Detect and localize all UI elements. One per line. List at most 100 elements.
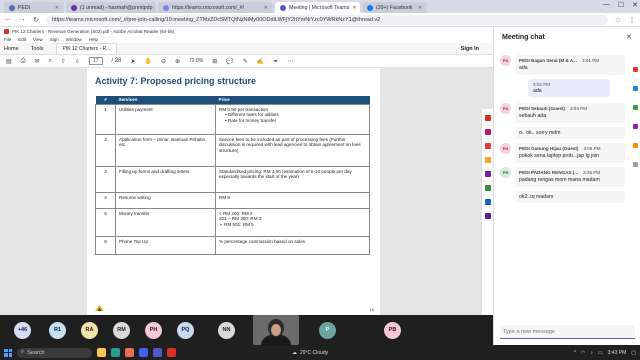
comment-tool-icon[interactable] [484, 157, 491, 163]
browser-tab-active[interactable]: Meeting | Microsoft Teams ✕ [275, 2, 360, 13]
wifi-icon[interactable]: ◠ [581, 350, 585, 356]
notifications-icon[interactable]: ▢ [631, 350, 636, 356]
overflow-participants-avatar[interactable]: +46 [14, 321, 31, 339]
battery-icon[interactable]: ▭ [598, 350, 603, 356]
tab-favicon-icon [71, 4, 77, 11]
participant-avatar[interactable]: NN [218, 321, 235, 339]
hand-tool-icon[interactable]: ✋ [145, 58, 152, 65]
zoom-out-icon[interactable]: ⊖ [161, 58, 166, 65]
browser-tab[interactable]: (1 unread) - hasmah@pnmtpdp ✕ [66, 2, 156, 13]
menu-edit[interactable]: Edit [18, 37, 26, 42]
sign-icon[interactable]: ✒ [273, 58, 278, 65]
store-icon[interactable] [139, 348, 148, 357]
protect-icon[interactable] [484, 199, 491, 205]
file-explorer-icon[interactable] [97, 348, 106, 357]
participant-video-tile[interactable] [253, 315, 299, 345]
menu-file[interactable]: File [4, 37, 11, 42]
volume-icon[interactable]: ♪ [590, 350, 593, 356]
chrome-icon[interactable] [125, 348, 134, 357]
column-header: Price [215, 96, 370, 104]
participant-avatar[interactable]: PB [384, 321, 401, 339]
menu-help[interactable]: Help [89, 37, 98, 42]
star-icon[interactable]: ☆ [614, 16, 622, 24]
next-page-icon[interactable]: ⇩ [75, 58, 80, 65]
close-tab-icon[interactable]: ✕ [418, 5, 422, 11]
back-icon[interactable]: ← [4, 16, 12, 23]
close-tab-icon[interactable]: ✕ [264, 5, 268, 11]
zoom-level[interactable]: 72.8% [189, 58, 203, 64]
participant-avatar[interactable]: PQ [177, 321, 194, 339]
draw-icon[interactable]: ✍ [257, 58, 264, 65]
participant-avatar[interactable]: R1 [49, 321, 66, 339]
app-icon[interactable] [633, 67, 638, 72]
fill-sign-icon[interactable] [484, 213, 491, 219]
app-icon[interactable] [633, 86, 638, 91]
close-window-icon[interactable]: ✕ [632, 1, 638, 9]
app-icon[interactable] [633, 124, 638, 129]
select-tool-icon[interactable]: ➤ [131, 58, 136, 65]
browser-tab[interactable]: https://teams.microsoft.com/_#/ ✕ [158, 2, 273, 13]
acrobat-icon[interactable] [167, 348, 176, 357]
menu-sign[interactable]: Sign [50, 37, 59, 42]
close-tab-icon[interactable]: ✕ [55, 5, 59, 11]
prev-page-icon[interactable]: ⇧ [61, 58, 66, 65]
export-pdf-icon[interactable] [484, 115, 491, 121]
window-controls: — ☐ ✕ [603, 1, 638, 9]
maximize-icon[interactable]: ☐ [618, 1, 624, 9]
document-viewport[interactable]: Activity 7: Proposed pricing structure #… [0, 68, 493, 315]
message-compose-input[interactable]: Type a new message [500, 325, 635, 339]
edit-pdf-icon[interactable] [484, 129, 491, 135]
page-heading: Activity 7: Proposed pricing structure [95, 76, 257, 86]
add-icon[interactable] [633, 162, 638, 167]
minimize-icon[interactable]: — [603, 1, 610, 9]
weather-widget[interactable]: ☁ 29°C Cloudy [292, 345, 328, 360]
participant-avatar[interactable]: RM [113, 321, 130, 339]
zoom-in-icon[interactable]: ⊕ [175, 58, 180, 65]
forward-icon[interactable]: → [18, 16, 26, 23]
create-pdf-icon[interactable] [484, 143, 491, 149]
windows-start-icon[interactable] [4, 348, 12, 357]
message-bubble: PEDI Gunung Hijau (Guest) 3:06 PM pokok s… [515, 143, 625, 164]
combine-icon[interactable] [484, 171, 491, 177]
menu-icon[interactable]: ⋮ [628, 16, 636, 24]
url-field[interactable]: https://teams.microsoft.com/_#/pre-join-… [46, 14, 608, 25]
highlight-icon[interactable]: ✎ [243, 58, 248, 65]
pdf-page: Activity 7: Proposed pricing structure #… [87, 68, 380, 315]
edge-icon[interactable] [111, 348, 120, 357]
service-cell: Money transfer [115, 207, 216, 237]
print-icon[interactable]: ⎙ [21, 58, 26, 65]
browser-tab[interactable]: PEDI ✕ [4, 2, 64, 13]
taskbar-search[interactable]: ⌕ Search [17, 347, 92, 358]
menu-view[interactable]: View [33, 37, 43, 42]
menu-window[interactable]: Window [66, 37, 82, 42]
close-tab-icon[interactable]: ✕ [155, 5, 156, 11]
more-tools-icon[interactable]: ⋯ [287, 58, 293, 65]
participant-avatar[interactable]: RA [81, 321, 98, 339]
clock[interactable]: 3:43 PM [608, 350, 627, 356]
message-text: pokok sena laptop prob...jap lg join [519, 153, 600, 160]
page-number-input[interactable]: 17 [88, 57, 103, 65]
email-icon[interactable]: ✉ [34, 58, 39, 65]
browser-tab[interactable]: (20+) Facebook ✕ [362, 2, 427, 13]
sign-in-button[interactable]: Sign In [461, 46, 479, 52]
app-icon[interactable] [633, 143, 638, 148]
chat-messages[interactable]: PS PEDI Bagan Serai (M & A... 3:01 PM ada… [494, 47, 640, 315]
tab-document[interactable]: PIK 12 Charters - R... [55, 43, 118, 54]
tab-home[interactable]: Home [4, 46, 19, 52]
participant-avatar[interactable]: PH [145, 321, 162, 339]
close-tab-icon[interactable]: ✕ [352, 5, 356, 11]
save-icon[interactable]: ▤ [6, 58, 12, 65]
system-tray: ^ ◠ ♪ ▭ 3:43 PM ▢ [574, 345, 636, 360]
close-chat-icon[interactable]: ✕ [626, 33, 632, 41]
app-icon[interactable] [633, 105, 638, 110]
tab-tools[interactable]: Tools [31, 46, 44, 52]
chevron-up-icon[interactable]: ^ [574, 350, 576, 356]
search-icon[interactable]: ⌕ [49, 58, 52, 65]
reload-icon[interactable]: ↻ [32, 16, 40, 24]
row-number: 6 [95, 235, 116, 255]
participant-avatar[interactable]: P [319, 321, 336, 339]
organize-icon[interactable] [484, 185, 491, 191]
fit-page-icon[interactable]: ⊞ [212, 58, 217, 65]
teams-icon[interactable] [153, 348, 162, 357]
comment-icon[interactable]: 💬 [226, 58, 233, 65]
